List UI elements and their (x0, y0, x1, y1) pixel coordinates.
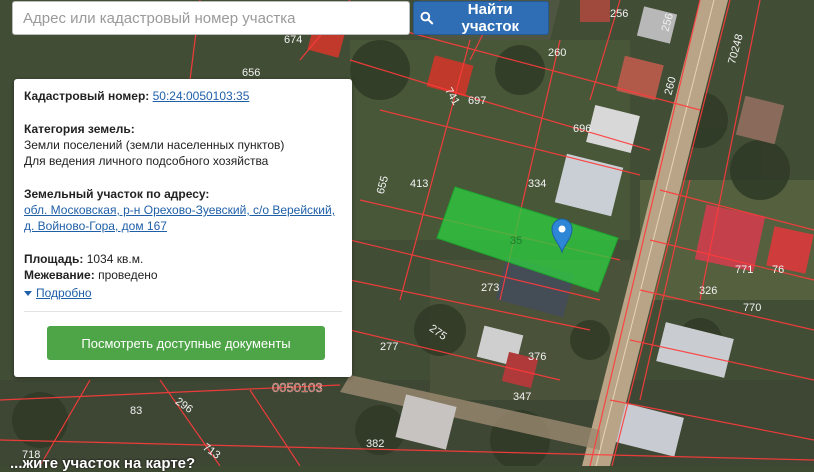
land-use-value: Для ведения личного подсобного хозяйства (24, 154, 269, 168)
address-link-line1[interactable]: обл. Московская, р-н Орехово-Зуевский, с… (24, 203, 335, 217)
parcel-label: 260 (548, 47, 566, 59)
survey-value: проведено (98, 268, 158, 282)
parcel-label: 382 (366, 438, 384, 450)
search-icon (420, 11, 434, 25)
search-box[interactable] (12, 1, 410, 35)
find-parcel-label: Найти участок (461, 1, 520, 35)
parcel-label: 674 (284, 34, 302, 46)
divider (24, 311, 342, 312)
cadastral-number-label: Кадастровый номер: (24, 89, 150, 103)
parcel-label: 277 (380, 341, 398, 353)
parcel-label: 76 (772, 264, 784, 276)
view-documents-label: Посмотреть доступные документы (81, 335, 291, 351)
parcel-label: 334 (528, 178, 546, 190)
find-parcel-button[interactable]: Найти участок (413, 1, 549, 35)
details-link[interactable]: Подробно (36, 285, 92, 301)
parcel-label: 696 (573, 123, 591, 135)
parcel-label: 347 (513, 391, 531, 403)
parcel-label: 697 (468, 95, 486, 107)
land-category-label: Категория земель: (24, 122, 135, 136)
caret-down-icon (24, 290, 32, 296)
parcel-label: 413 (410, 178, 428, 190)
parcel-label: 771 (735, 264, 753, 276)
land-category-value: Земли поселений (земли населенных пункто… (24, 138, 285, 152)
parcel-label: 35 (510, 235, 522, 247)
address-link-line2[interactable]: д. Войново-Гора, дом 167 (24, 219, 167, 233)
details-toggle[interactable]: Подробно (24, 285, 342, 301)
parcel-label: 83 (130, 405, 142, 417)
parcel-label: 656 (242, 67, 260, 79)
search-input[interactable] (13, 2, 409, 34)
area-value: 1034 кв.м. (86, 252, 144, 266)
area-label: Площадь: (24, 252, 84, 266)
parcel-label: 770 (743, 302, 761, 314)
parcel-label: 376 (528, 351, 546, 363)
parcel-info-panel: Кадастровый номер: 50:24:0050103:35 Кате… (14, 79, 352, 377)
block-label: 0050103 (272, 380, 323, 395)
parcel-label: 326 (699, 285, 717, 297)
parcel-label: 256 (610, 8, 628, 20)
bottom-hint-text: ...жите участок на карте? (10, 455, 196, 472)
cadastral-number-link[interactable]: 50:24:0050103:35 (153, 89, 250, 103)
view-documents-button[interactable]: Посмотреть доступные документы (47, 326, 325, 360)
survey-label: Межевание: (24, 268, 95, 282)
address-label: Земельный участок по адресу: (24, 187, 210, 201)
parcel-label: 273 (481, 282, 499, 294)
